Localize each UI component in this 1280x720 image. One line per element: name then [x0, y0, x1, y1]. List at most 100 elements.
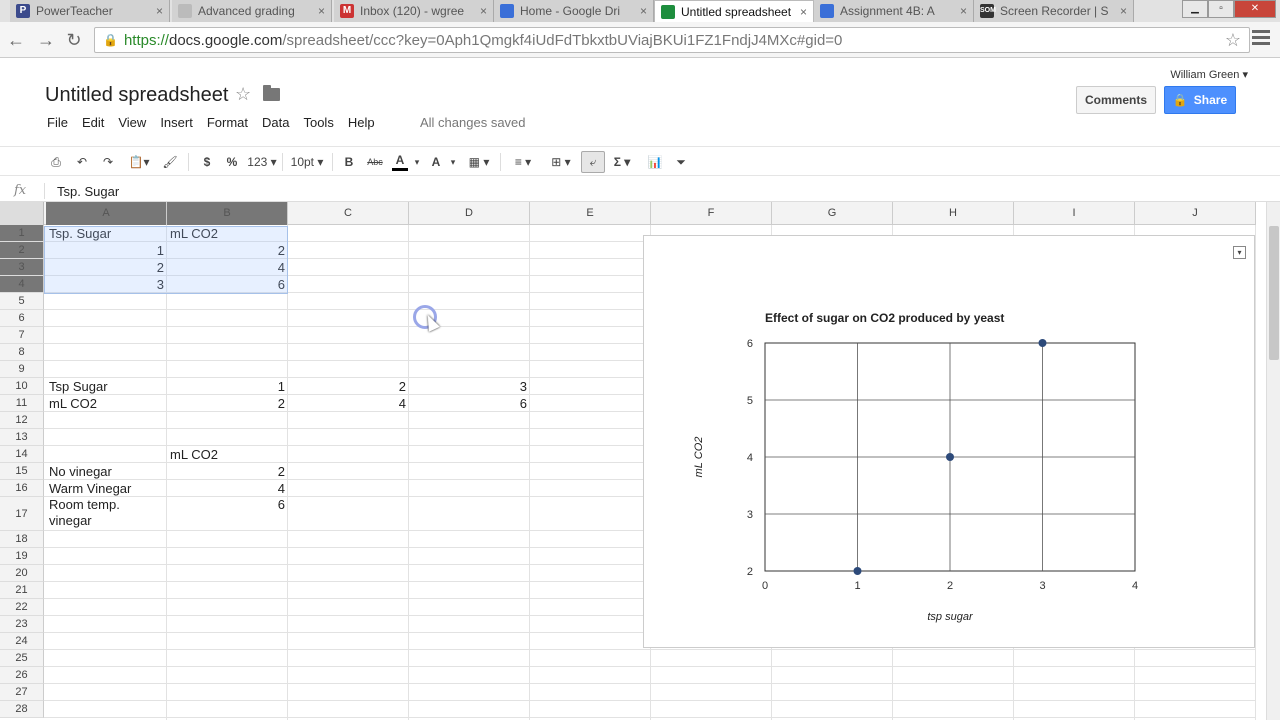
column-header-d[interactable]: D [409, 202, 530, 225]
browser-tab-advanced-grading[interactable]: Advanced grading × [172, 0, 332, 22]
browser-tab-google-drive[interactable]: Home - Google Dri × [494, 0, 654, 22]
window-close-icon[interactable]: ✕ [1234, 0, 1276, 18]
star-icon[interactable]: ☆ [235, 84, 251, 105]
select-all-corner[interactable] [0, 202, 44, 225]
paint-format-icon[interactable]: 🖌 [162, 153, 178, 171]
column-header-j[interactable]: J [1135, 202, 1256, 225]
menu-view[interactable]: View [118, 115, 146, 130]
cell-c11[interactable]: 4 [288, 395, 409, 412]
cell-b11[interactable]: 2 [167, 395, 288, 412]
embedded-chart[interactable]: ▾ Effect of sugar on CO2 produced by yea… [643, 235, 1255, 648]
row-header-25[interactable]: 25 [0, 650, 44, 667]
row-header-9[interactable]: 9 [0, 361, 44, 378]
menu-help[interactable]: Help [348, 115, 375, 130]
row-header-12[interactable]: 12 [0, 412, 44, 429]
functions-button[interactable]: Σ ▾ [610, 153, 634, 171]
row-header-18[interactable]: 18 [0, 531, 44, 548]
close-icon[interactable]: × [800, 5, 807, 19]
address-bar[interactable]: 🔒 https://docs.google.com/spreadsheet/cc… [94, 27, 1250, 53]
bold-button[interactable]: B [342, 153, 356, 171]
close-icon[interactable]: × [480, 4, 487, 18]
percent-format-button[interactable]: % [225, 153, 239, 171]
cell-d10[interactable]: 3 [409, 378, 530, 395]
row-header-8[interactable]: 8 [0, 344, 44, 361]
menu-insert[interactable]: Insert [160, 115, 193, 130]
row-header-5[interactable]: 5 [0, 293, 44, 310]
wrap-text-icon[interactable]: ⤶ [581, 151, 605, 173]
browser-tab-assignment[interactable]: Assignment 4B: A × [814, 0, 974, 22]
menu-data[interactable]: Data [262, 115, 289, 130]
formula-input[interactable]: Tsp. Sugar [57, 184, 119, 199]
reload-icon[interactable]: ↻ [64, 30, 84, 50]
filter-icon[interactable]: ⏷ [672, 153, 690, 171]
cell-b17[interactable]: 6 [167, 497, 288, 531]
scrollbar-thumb[interactable] [1269, 226, 1279, 360]
cell-d11[interactable]: 6 [409, 395, 530, 412]
cell-b10[interactable]: 1 [167, 378, 288, 395]
close-icon[interactable]: × [318, 4, 325, 18]
folder-icon[interactable] [263, 85, 280, 101]
browser-tab-untitled-spreadsheet[interactable]: Untitled spreadsheet × [654, 0, 814, 22]
number-format-dropdown[interactable]: 123 ▾ [246, 153, 278, 171]
redo-icon[interactable]: ↷ [100, 153, 116, 171]
column-header-f[interactable]: F [651, 202, 772, 225]
cell-b16[interactable]: 4 [167, 480, 288, 497]
row-header-4[interactable]: 4 [0, 276, 44, 293]
row-header-19[interactable]: 19 [0, 548, 44, 565]
column-header-c[interactable]: C [288, 202, 409, 225]
comments-button[interactable]: Comments [1076, 86, 1156, 114]
merge-cells-icon[interactable]: ⊞ ▾ [544, 153, 578, 171]
row-header-11[interactable]: 11 [0, 395, 44, 412]
cell-b14[interactable]: mL CO2 [167, 446, 288, 463]
row-header-24[interactable]: 24 [0, 633, 44, 650]
font-size-dropdown[interactable]: 10pt ▾ [288, 153, 326, 171]
column-header-h[interactable]: H [893, 202, 1014, 225]
column-header-a[interactable]: A [46, 202, 167, 225]
text-color-button[interactable]: A [392, 153, 408, 171]
row-header-27[interactable]: 27 [0, 684, 44, 701]
menu-file[interactable]: File [47, 115, 68, 130]
borders-icon[interactable]: ▦ ▾ [464, 153, 494, 171]
forward-icon[interactable]: → [36, 30, 56, 50]
undo-icon[interactable]: ↶ [74, 153, 90, 171]
chevron-down-icon[interactable]: ▾ [449, 153, 457, 171]
currency-format-button[interactable]: $ [200, 153, 214, 171]
row-header-23[interactable]: 23 [0, 616, 44, 633]
row-header-26[interactable]: 26 [0, 667, 44, 684]
menu-tools[interactable]: Tools [303, 115, 333, 130]
cell-a11[interactable]: mL CO2 [46, 395, 167, 412]
row-header-14[interactable]: 14 [0, 446, 44, 463]
column-header-g[interactable]: G [772, 202, 893, 225]
cell-a15[interactable]: No vinegar [46, 463, 167, 480]
bookmark-star-icon[interactable]: ☆ [1225, 30, 1241, 51]
row-header-16[interactable]: 16 [0, 480, 44, 497]
cell-a17[interactable]: Room temp. vinegar [46, 497, 167, 531]
row-header-15[interactable]: 15 [0, 463, 44, 480]
user-account-menu[interactable]: William Green ▾ [1170, 68, 1248, 81]
browser-tab-screen-recorder[interactable]: SOM Screen Recorder | S × [974, 0, 1134, 22]
chevron-down-icon[interactable]: ▾ [413, 153, 421, 171]
insert-chart-icon[interactable]: 📊 [646, 153, 664, 171]
cell-b15[interactable]: 2 [167, 463, 288, 480]
row-header-13[interactable]: 13 [0, 429, 44, 446]
menu-edit[interactable]: Edit [82, 115, 104, 130]
browser-tab-powerteacher[interactable]: P PowerTeacher × [10, 0, 170, 22]
column-header-b[interactable]: B [167, 202, 288, 225]
row-header-2[interactable]: 2 [0, 242, 44, 259]
close-icon[interactable]: × [960, 4, 967, 18]
vertical-scrollbar[interactable] [1266, 202, 1280, 720]
maximize-icon[interactable]: ▫ [1208, 0, 1234, 18]
back-icon[interactable]: ← [6, 30, 26, 50]
browser-tab-inbox[interactable]: M Inbox (120) - wgree × [334, 0, 494, 22]
cell-c10[interactable]: 2 [288, 378, 409, 395]
row-header-20[interactable]: 20 [0, 565, 44, 582]
row-header-1[interactable]: 1 [0, 225, 44, 242]
row-header-7[interactable]: 7 [0, 327, 44, 344]
row-header-3[interactable]: 3 [0, 259, 44, 276]
row-header-6[interactable]: 6 [0, 310, 44, 327]
row-header-22[interactable]: 22 [0, 599, 44, 616]
minimize-icon[interactable]: ▁ [1182, 0, 1208, 18]
close-icon[interactable]: × [1120, 4, 1127, 18]
menu-format[interactable]: Format [207, 115, 248, 130]
cell-a10[interactable]: Tsp Sugar [46, 378, 167, 395]
